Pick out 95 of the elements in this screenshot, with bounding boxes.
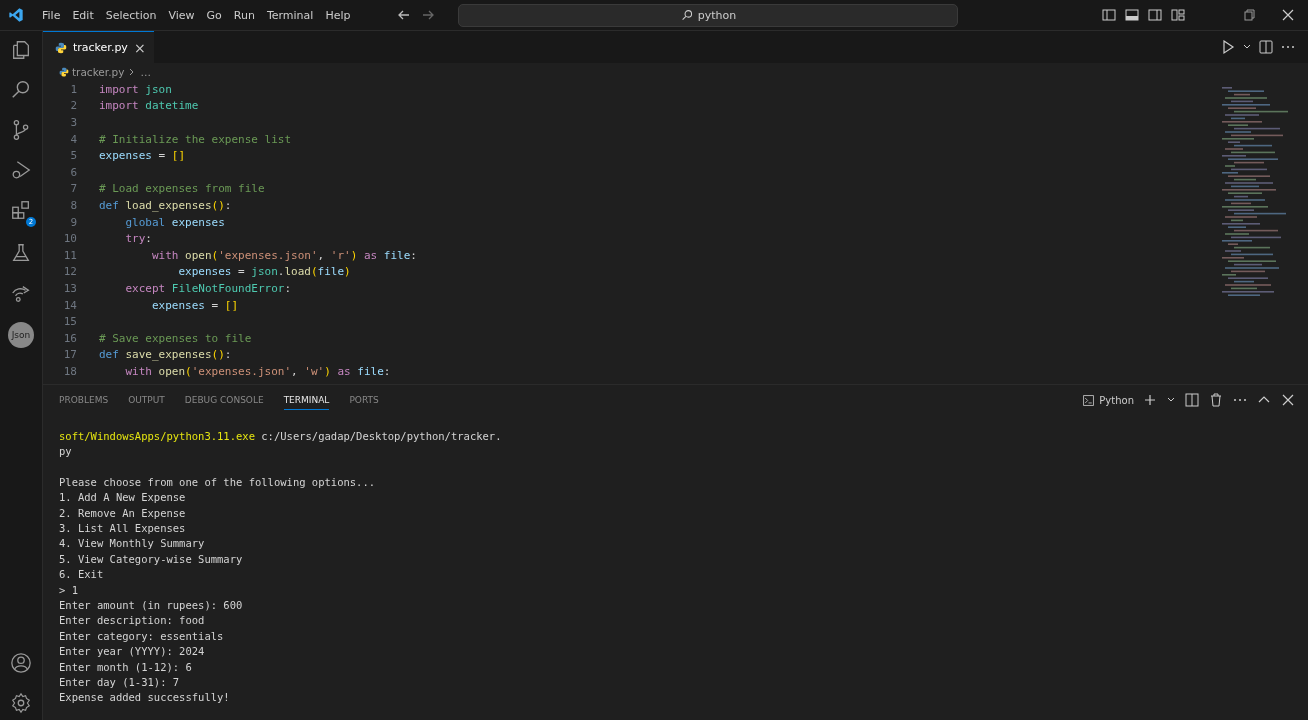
code-line: import datetime [99, 99, 199, 113]
line-number: 9 [69, 215, 78, 229]
terminal-line: 6. Exit [59, 568, 104, 581]
terminal-line: Enter amount (in rupees): 600 [59, 599, 243, 611]
toggle-panel-icon[interactable] [1124, 7, 1140, 23]
code-line: global expenses [124, 215, 225, 229]
line-number: 2 [69, 99, 78, 113]
tab-label: tracker.py [73, 41, 128, 54]
terminal-line: Enter description: food [59, 614, 205, 627]
explorer-icon[interactable] [10, 39, 32, 61]
terminal-line: 2. Remove An Expense [59, 506, 186, 519]
line-number: 3 [69, 116, 78, 129]
code-line: expenses = [] [99, 149, 186, 163]
line-number: 8 [69, 198, 78, 212]
code-line: with open('expenses.json', 'r') as file: [150, 248, 417, 262]
code-line: expenses = [] [150, 298, 239, 312]
line-number: 18 [62, 364, 78, 378]
close-window-icon[interactable] [1280, 7, 1296, 23]
terminal-line: soft/WindowsApps/python3.11.exe c:/Users/gadap/Desktop/python/tracker. [59, 429, 502, 442]
line-number: 16 [62, 331, 78, 345]
terminal-line: Expense added successfully! [59, 691, 230, 704]
command-center-search[interactable]: python [458, 3, 959, 27]
restore-window-icon[interactable] [1241, 7, 1257, 23]
python-file-icon [55, 41, 67, 54]
line-number: 1 [69, 82, 78, 96]
panel-tab[interactable]: TERMINAL [283, 390, 330, 410]
search-icon [680, 8, 694, 22]
code-line: try: [124, 232, 152, 246]
code-line: def load_expenses(): [99, 198, 232, 212]
editor-tab[interactable]: tracker.py × [43, 31, 154, 63]
menu-item[interactable]: Run [227, 8, 261, 22]
line-number: 7 [69, 182, 78, 196]
code-line: def save_expenses(): [99, 348, 232, 362]
vscode-logo-icon [8, 7, 24, 23]
menu-item[interactable]: Selection [99, 8, 163, 22]
menu-item[interactable]: Go [200, 8, 228, 22]
terminal-line: 3. List All Expenses [59, 522, 186, 535]
terminal-line: 1. Add A New Expense [59, 491, 186, 504]
panel-tab[interactable]: PORTS [349, 391, 379, 409]
extensions-icon[interactable] [10, 199, 32, 221]
run-debug-icon[interactable] [10, 159, 32, 181]
line-number: 5 [69, 149, 78, 163]
breadcrumb-item[interactable]: … [140, 66, 151, 78]
terminal-line: Enter year (YYYY): 2024 [59, 645, 205, 658]
code-line: with open('expenses.json', 'w') as file: [124, 364, 391, 378]
breadcrumb-item[interactable]: tracker.py [72, 66, 125, 78]
line-number: 10 [62, 232, 78, 246]
line-number: 11 [62, 248, 78, 262]
panel-tab[interactable]: PROBLEMS [59, 391, 109, 409]
menu-item[interactable]: File [36, 8, 67, 22]
line-number: 14 [62, 298, 78, 312]
terminal-line: Enter category: essentials [59, 629, 224, 642]
search-icon[interactable] [10, 79, 32, 101]
menu-item[interactable]: Help [319, 8, 357, 22]
menu-item[interactable]: Edit [66, 8, 100, 22]
line-number: 12 [62, 265, 78, 279]
code-line: # Initialize the expense list [99, 132, 292, 146]
terminal-line: Enter month (1-12): 6 [59, 660, 192, 673]
layout-icon[interactable] [1170, 7, 1186, 23]
code-line: # Save expenses to file [99, 331, 252, 345]
code-line: except FileNotFoundError: [124, 281, 292, 295]
close-panel-icon[interactable] [1280, 392, 1296, 408]
line-number: 15 [62, 315, 78, 329]
line-number: 13 [62, 281, 78, 295]
terminal-line: > 1 [59, 583, 78, 596]
terminal-line: py [59, 445, 72, 458]
terminal-line: 4. View Monthly Summary [59, 537, 205, 550]
json-extension-icon[interactable]: Json [8, 322, 34, 348]
code-line: import json [99, 82, 172, 96]
panel-tab[interactable]: OUTPUT [128, 391, 165, 409]
split-editor-icon[interactable] [1258, 39, 1274, 55]
flask-icon[interactable] [10, 242, 32, 264]
menu-item[interactable]: Terminal [260, 8, 320, 22]
line-number: 17 [62, 348, 78, 362]
toggle-secondary-sidebar-icon[interactable] [1147, 7, 1163, 23]
panel-tab[interactable]: DEBUG CONSOLE [184, 391, 264, 409]
terminal-line: Please choose from one of the following options... [59, 475, 376, 488]
code-line: expenses = json.load(file) [177, 265, 351, 279]
toggle-sidebar-icon[interactable] [1101, 7, 1117, 23]
split-terminal-icon[interactable] [1184, 392, 1200, 408]
account-icon[interactable] [10, 652, 32, 674]
code-line: # Load expenses from file [99, 182, 265, 196]
terminal-icon [1082, 393, 1096, 407]
run-icon[interactable] [1220, 39, 1236, 55]
menu-item[interactable]: View [162, 8, 201, 22]
trash-icon[interactable] [1208, 392, 1224, 408]
close-tab-button[interactable]: × [133, 39, 146, 56]
terminal-line: 5. View Category-wise Summary [59, 552, 243, 565]
terminal-profile[interactable]: Python [1082, 393, 1134, 407]
python-file-icon [59, 67, 69, 77]
plus-icon[interactable] [1142, 392, 1158, 408]
terminal-line: Enter day (1-31): 7 [59, 675, 180, 688]
line-number: 4 [69, 132, 78, 146]
line-number: 6 [69, 165, 78, 179]
settings-icon[interactable] [10, 692, 32, 714]
